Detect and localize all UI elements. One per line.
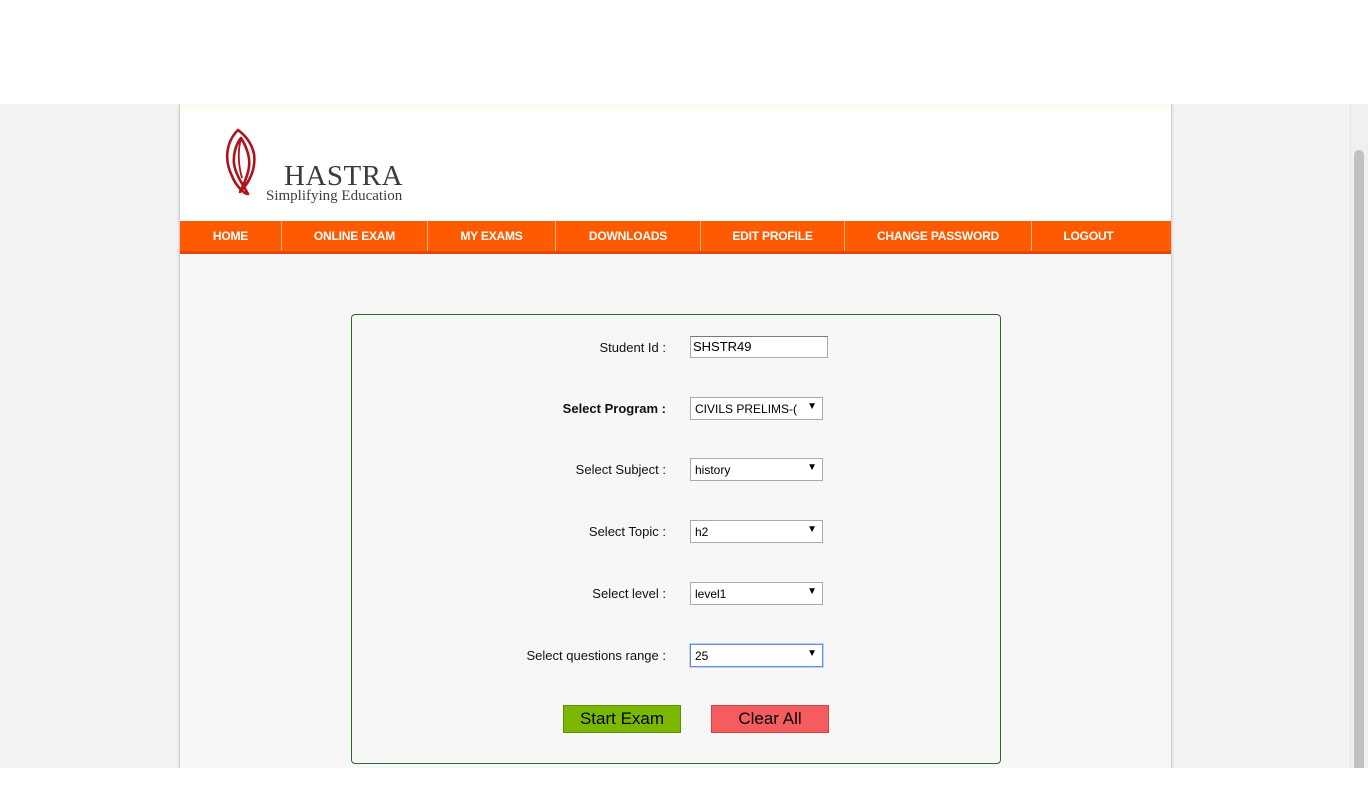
topic-label: Select Topic : xyxy=(588,524,666,539)
subject-selected-value: history xyxy=(695,463,731,477)
questions-range-label: Select questions range : xyxy=(526,648,666,663)
student-id-label: Student Id : xyxy=(599,340,667,355)
topic-row: Select Topic : h2 ▼ xyxy=(352,520,1000,544)
questions-range-selected-value: 25 xyxy=(695,649,709,663)
page-viewport: HASTRA Simplifying Education HOME ONLINE… xyxy=(0,104,1368,768)
dropdown-arrow-icon: ▼ xyxy=(807,648,817,659)
main-nav: HOME ONLINE EXAM MY EXAMS DOWNLOADS EDIT… xyxy=(180,221,1171,254)
scrollbar-thumb[interactable] xyxy=(1354,150,1364,768)
vertical-scrollbar[interactable] xyxy=(1350,104,1368,768)
level-select[interactable]: level1 ▼ xyxy=(690,582,823,605)
dropdown-arrow-icon: ▼ xyxy=(807,524,817,535)
brand-name: HASTRA xyxy=(284,160,404,192)
student-id-field[interactable]: SHSTR49 xyxy=(690,336,828,358)
dropdown-arrow-icon: ▼ xyxy=(807,401,817,412)
brand-tagline: Simplifying Education xyxy=(266,188,403,204)
level-selected-value: level1 xyxy=(695,587,727,601)
dropdown-arrow-icon: ▼ xyxy=(807,586,817,597)
subject-label: Select Subject : xyxy=(575,462,666,477)
nav-my-exams[interactable]: MY EXAMS xyxy=(428,221,556,251)
program-select[interactable]: CIVILS PRELIMS-( ▼ xyxy=(690,397,823,420)
level-label: Select level : xyxy=(592,586,666,601)
site-header: HASTRA Simplifying Education xyxy=(180,104,1171,221)
dropdown-arrow-icon: ▼ xyxy=(807,462,817,473)
student-id-row: Student Id : SHSTR49 xyxy=(352,336,1000,360)
program-row: Select Program : CIVILS PRELIMS-( ▼ xyxy=(352,397,1000,421)
subject-row: Select Subject : history ▼ xyxy=(352,458,1000,482)
leaf-logo-icon xyxy=(225,128,256,196)
subject-select[interactable]: history ▼ xyxy=(690,458,823,481)
exam-form-panel: Student Id : SHSTR49 Select Program : CI… xyxy=(351,314,1001,764)
header-tint xyxy=(180,104,1171,114)
nav-logout[interactable]: LOGOUT xyxy=(1032,221,1145,251)
nav-home[interactable]: HOME xyxy=(180,221,282,251)
topic-selected-value: h2 xyxy=(695,525,709,539)
clear-all-button[interactable]: Clear All xyxy=(711,705,829,733)
nav-online-exam[interactable]: ONLINE EXAM xyxy=(282,221,428,251)
questions-range-row: Select questions range : 25 ▼ xyxy=(352,644,1000,668)
nav-downloads[interactable]: DOWNLOADS xyxy=(556,221,701,251)
nav-edit-profile[interactable]: EDIT PROFILE xyxy=(701,221,845,251)
level-row: Select level : level1 ▼ xyxy=(352,582,1000,606)
hastra-logo[interactable]: HASTRA Simplifying Education xyxy=(224,128,424,208)
nav-change-password[interactable]: CHANGE PASSWORD xyxy=(845,221,1032,251)
program-label: Select Program : xyxy=(562,401,666,416)
page-container: HASTRA Simplifying Education HOME ONLINE… xyxy=(179,104,1172,768)
questions-range-select[interactable]: 25 ▼ xyxy=(690,644,823,667)
program-selected-value: CIVILS PRELIMS-( xyxy=(695,402,798,416)
topic-select[interactable]: h2 ▼ xyxy=(690,520,823,543)
start-exam-button[interactable]: Start Exam xyxy=(563,705,681,733)
